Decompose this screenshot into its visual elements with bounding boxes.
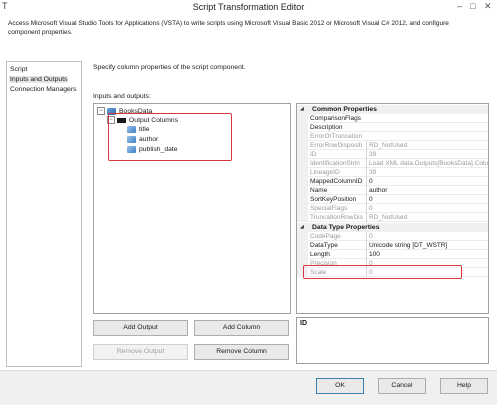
nav-item-connection-managers[interactable]: Connection Managers: [9, 86, 78, 93]
remove-column-button[interactable]: Remove Column: [194, 344, 289, 360]
property-row[interactable]: ComparisonFlags: [297, 114, 488, 123]
property-description-panel: ID: [296, 317, 489, 364]
close-icon[interactable]: ✕: [484, 1, 492, 12]
inputs-outputs-label: Inputs and outputs:: [93, 93, 151, 100]
property-row[interactable]: Name author: [297, 186, 488, 195]
cancel-button[interactable]: Cancel: [378, 378, 426, 394]
ok-button[interactable]: OK: [316, 378, 364, 394]
editor-description: Access Microsoft Visual Studio Tools for…: [8, 20, 449, 36]
property-row[interactable]: SortKeyPosition 0: [297, 195, 488, 204]
property-row[interactable]: Description: [297, 123, 488, 132]
nav-item-inputs-and-outputs[interactable]: Inputs and Outputs: [9, 76, 69, 83]
property-row[interactable]: MappedColumnID 0: [297, 177, 488, 186]
add-column-button[interactable]: Add Column: [194, 320, 289, 336]
datatype-highlight: [303, 265, 462, 279]
property-row[interactable]: ErrorRowDispositi RD_NotUsed: [297, 141, 488, 150]
dialog-footer: OK Cancel Help: [0, 370, 497, 405]
remove-output-button[interactable]: Remove Output: [93, 344, 188, 360]
nav-item-script[interactable]: Script: [9, 66, 28, 73]
category-data-type-properties[interactable]: ◢ Data Type Properties: [297, 223, 488, 232]
minimize-icon[interactable]: –: [457, 1, 462, 11]
collapse-triangle-icon[interactable]: ◢: [300, 223, 304, 232]
property-row[interactable]: SpecialFlags 0: [297, 204, 488, 213]
title-bar: T Script Transformation Editor – □ ✕: [0, 0, 497, 14]
properties-grid[interactable]: ◢ Common Properties ComparisonFlags Desc…: [296, 103, 489, 314]
property-row[interactable]: TruncationRowDis RD_NotUsed: [297, 213, 488, 222]
property-description-title: ID: [300, 320, 307, 327]
window-title: Script Transformation Editor: [192, 2, 305, 12]
category-common-properties[interactable]: ◢ Common Properties: [297, 105, 488, 114]
add-output-button[interactable]: Add Output: [93, 320, 188, 336]
property-row[interactable]: LineageID 39: [297, 168, 488, 177]
output-columns-highlight: [108, 113, 232, 161]
nav-panel: Script Inputs and Outputs Connection Man…: [6, 61, 82, 367]
property-row-datatype[interactable]: DataType Unicode string [DT_WSTR]: [297, 241, 488, 250]
collapse-triangle-icon[interactable]: ◢: [300, 105, 304, 114]
property-row[interactable]: ID 39: [297, 150, 488, 159]
property-row[interactable]: ErrorOrTruncation: [297, 132, 488, 141]
property-row[interactable]: Length 100: [297, 250, 488, 259]
help-button[interactable]: Help: [440, 378, 488, 394]
section-prompt: Specify column properties of the script …: [93, 64, 246, 71]
maximize-icon[interactable]: □: [470, 1, 475, 11]
property-row[interactable]: CodePage 0: [297, 232, 488, 241]
collapse-icon[interactable]: −: [97, 107, 105, 115]
property-row[interactable]: IdentificationStrin Load XML data.Outputs…: [297, 159, 488, 168]
